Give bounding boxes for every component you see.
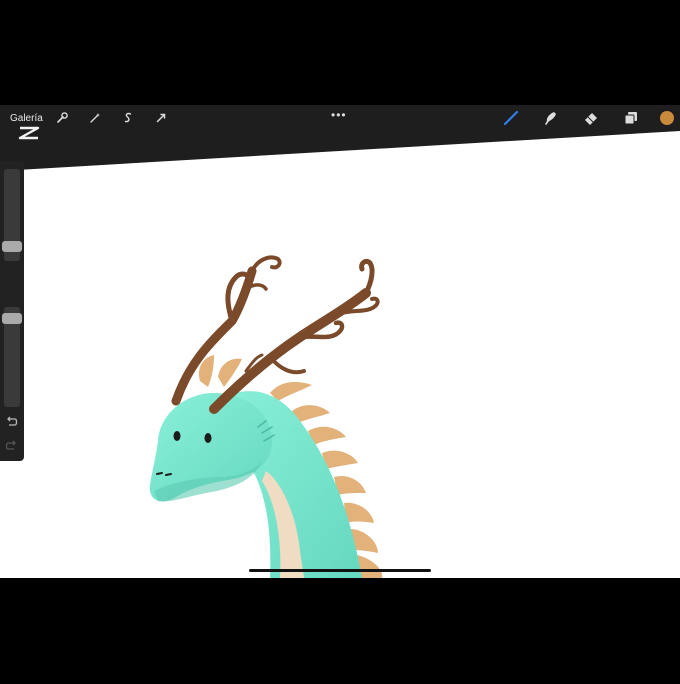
top-toolbar: Galería •••	[0, 105, 680, 131]
right-tool-group	[498, 105, 680, 131]
dragon-eye-left	[173, 431, 181, 441]
eraser-icon[interactable]	[578, 105, 604, 131]
dragon-eye-right	[204, 433, 212, 443]
gallery-button[interactable]: Galería	[10, 113, 43, 124]
layers-icon[interactable]	[618, 105, 644, 131]
brush-size-thumb[interactable]	[2, 241, 22, 252]
wrench-icon[interactable]	[49, 105, 75, 131]
capcut-logo-icon	[18, 125, 40, 146]
undo-icon[interactable]	[5, 415, 18, 433]
home-indicator[interactable]	[249, 569, 431, 572]
procreate-screen: Galería •••	[0, 105, 680, 578]
transform-arrow-icon[interactable]	[148, 105, 174, 131]
left-sidebar	[0, 161, 24, 461]
selection-icon[interactable]	[115, 105, 141, 131]
redo-icon[interactable]	[5, 439, 18, 457]
brush-icon[interactable]	[498, 105, 524, 131]
magic-wand-icon[interactable]	[82, 105, 108, 131]
opacity-slider[interactable]	[2, 307, 22, 407]
opacity-thumb[interactable]	[2, 313, 22, 324]
dragon-antlers	[171, 255, 380, 414]
more-options-button[interactable]: •••	[331, 108, 347, 122]
canvas-edge-shadow	[0, 131, 680, 171]
drawing-canvas[interactable]	[0, 131, 680, 578]
dragon-artwork	[149, 255, 383, 578]
brush-size-slider[interactable]	[2, 169, 22, 261]
smudge-icon[interactable]	[538, 105, 564, 131]
color-swatch[interactable]	[660, 111, 674, 125]
